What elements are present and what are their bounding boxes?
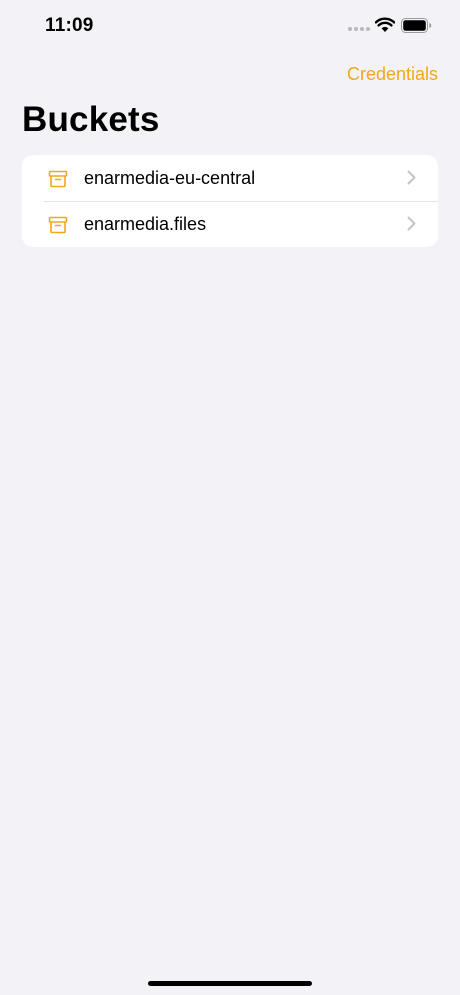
wifi-icon [375,17,395,32]
bucket-row-enarmedia-eu-central[interactable]: enarmedia-eu-central [22,155,438,201]
signal-icon [348,27,370,31]
bucket-name: enarmedia.files [84,214,207,234]
status-bar: 11:09 [0,0,460,52]
archive-box-icon [48,216,68,234]
archive-box-icon [48,170,68,188]
battery-icon [401,18,432,33]
credentials-button[interactable]: Credentials [347,64,438,85]
home-indicator[interactable] [148,981,312,986]
bucket-name: enarmedia-eu-central [84,168,256,188]
chevron-right-icon [407,170,416,185]
chevron-right-icon [407,216,416,231]
bucket-list: enarmedia-eu-central enarmedia.files [22,155,438,247]
bucket-row-enarmedia-files[interactable]: enarmedia.files [22,201,438,247]
status-time: 11:09 [45,15,94,36]
page-title: Buckets [22,100,160,139]
